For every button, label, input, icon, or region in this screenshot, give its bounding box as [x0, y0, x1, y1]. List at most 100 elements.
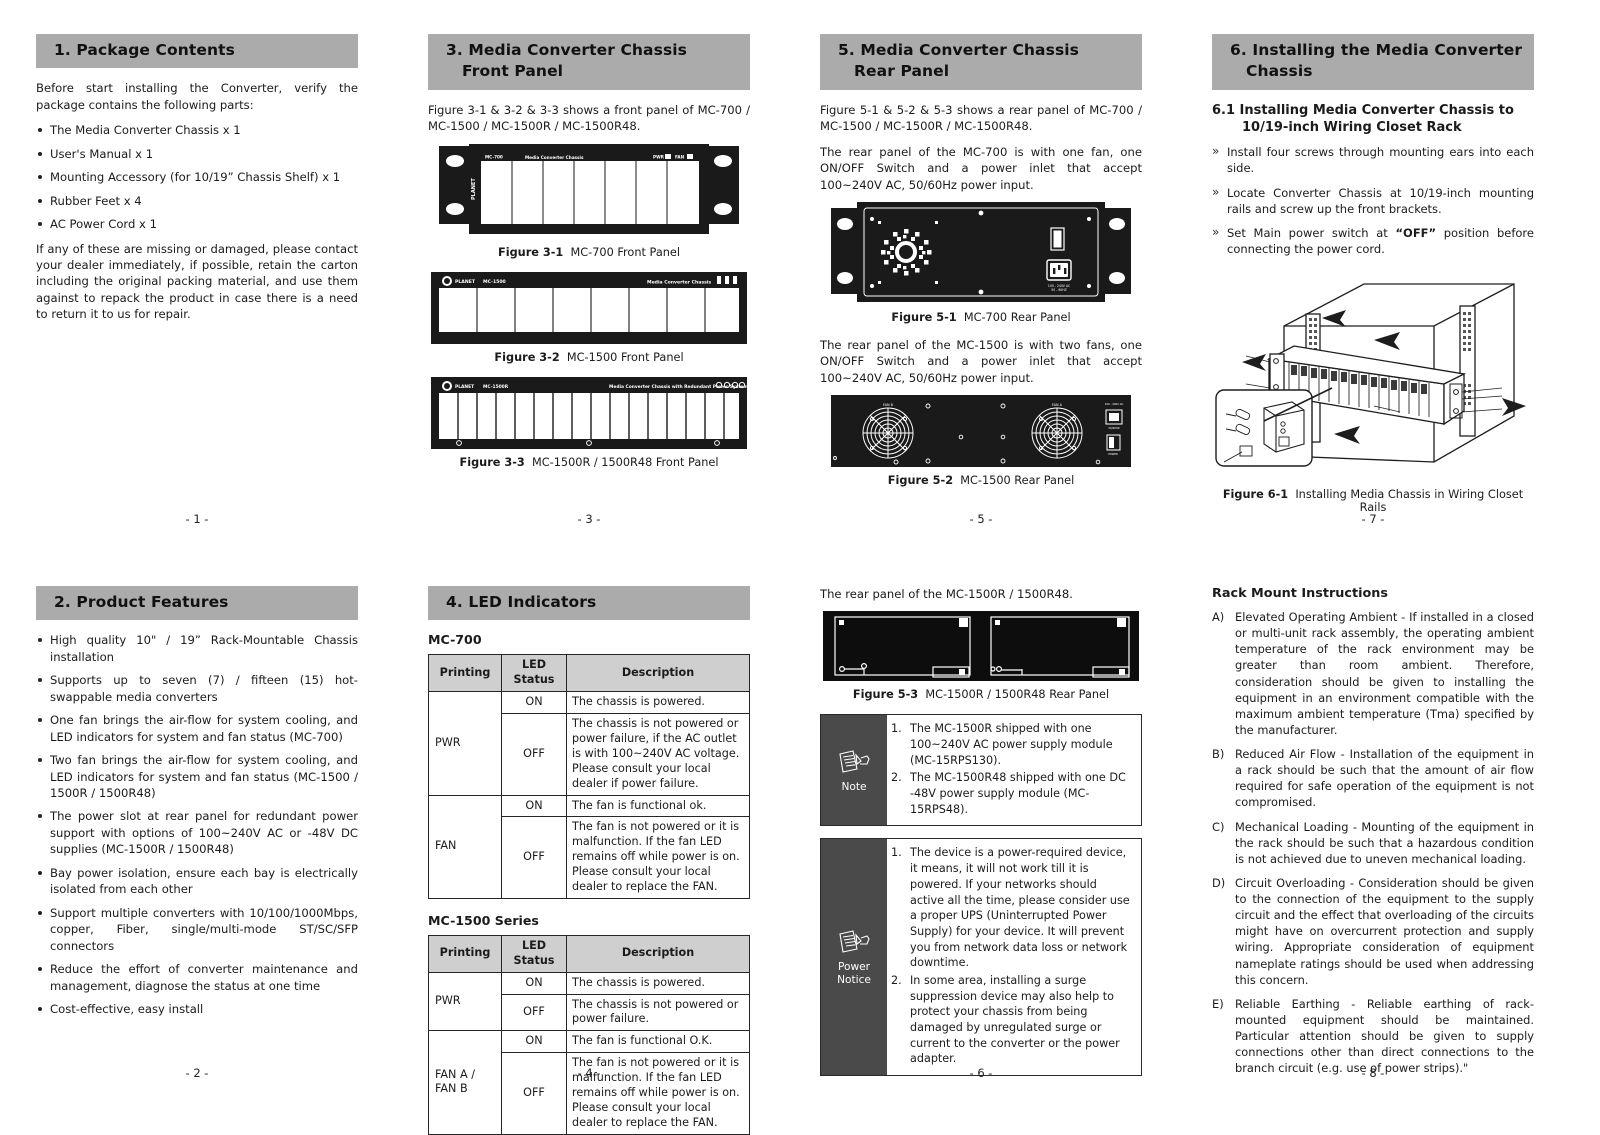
cell-description: The fan is not powered or it is malfunct…	[566, 1052, 750, 1135]
rear-panel-mc1500-text: The rear panel of the MC-1500 is with tw…	[820, 338, 1142, 385]
power-notice-label-line2: Notice	[837, 973, 871, 986]
svg-text:MC-700: MC-700	[485, 154, 503, 159]
list-item: Reduce the effort of converter maintenan…	[36, 961, 358, 994]
rear-panel-mc700-text: The rear panel of the MC-700 is with one…	[820, 144, 1142, 192]
svg-text:PLANET: PLANET	[471, 177, 477, 199]
item-letter: C)	[1212, 819, 1225, 834]
section-3-title-line2: Front Panel	[462, 62, 564, 81]
features-list: High quality 10" / 19” Rack-Mountable Ch…	[36, 632, 358, 1017]
package-items-list: The Media Converter Chassis x 1 User's M…	[36, 122, 358, 232]
col-led-status: LED Status	[501, 654, 567, 693]
figure-6-1-text: Installing Media Chassis in Wiring Close…	[1295, 487, 1524, 514]
rack-mount-list: A) Elevated Operating Ambient - If instal…	[1212, 609, 1534, 1076]
led-table-mc700: Printing LED Status Description PWR ON T…	[428, 654, 750, 899]
package-intro: Before start installing the Converter, v…	[36, 81, 358, 112]
note-list: 1. The MC-1500R shipped with one 100~240V…	[891, 721, 1133, 817]
section-product-features: 2. Product Features High quality 10" / 1…	[36, 586, 358, 1086]
power-notice-box: Power Notice 1. The device is a power-req…	[820, 838, 1142, 1076]
col-led-status-line1: LED	[521, 658, 547, 672]
cell-printing: PWR	[428, 691, 502, 796]
list-item: 1. The MC-1500R shipped with one 100~240V…	[891, 722, 1113, 767]
list-item: 2. The MC-1500R48 shipped with one DC -48…	[891, 771, 1126, 816]
item-text: Reduced Air Flow - Installation of the e…	[1235, 747, 1534, 810]
list-item: AC Power Cord x 1	[36, 216, 358, 232]
item-letter: D)	[1212, 875, 1226, 890]
cell-description: The fan is functional O.K.	[566, 1030, 750, 1054]
figure-3-3-label: Figure 3-3	[459, 455, 525, 469]
list-item: Install four screws through mounting ear…	[1212, 143, 1534, 177]
svg-text:50/60HZ: 50/60HZ	[1108, 426, 1119, 430]
cell-description: The fan is functional ok.	[566, 794, 750, 818]
list-item: 1. The device is a power-required device,…	[891, 846, 1130, 970]
cell-description: The fan is not powered or it is malfunct…	[566, 816, 750, 899]
section-2-header: 2. Product Features	[36, 586, 358, 621]
section-6-title-line2: Chassis	[1246, 62, 1313, 81]
list-item: User's Manual x 1	[36, 146, 358, 162]
power-notice-item-text: The device is a power-required device, i…	[910, 846, 1130, 970]
item-text: Mechanical Loading - Mounting of the equ…	[1235, 819, 1534, 866]
section-5-title-line2: Rear Panel	[854, 62, 950, 81]
svg-text:MC-1500R: MC-1500R	[483, 384, 509, 390]
figure-5-1-text: MC-700 Rear Panel	[963, 311, 1071, 325]
svg-text:PWR: PWR	[653, 154, 665, 159]
svg-text:FAN A: FAN A	[1052, 403, 1063, 407]
led-table-mc1500: Printing LED Status Description PWR ON T…	[428, 934, 750, 1135]
step3-pre: Set Main power switch at	[1227, 226, 1396, 241]
section-rack-mount-instructions: Rack Mount Instructions A) Elevated Opera…	[1212, 586, 1534, 1086]
note-pencil-icon	[839, 930, 870, 953]
section-5-title-line1: 5. Media Converter Chassis	[838, 41, 1080, 59]
list-item: B) Reduced Air Flow - Installation of the…	[1212, 746, 1534, 811]
cell-status: OFF	[501, 1052, 567, 1135]
figure-5-3-image	[820, 611, 1142, 682]
svg-text:FAN B: FAN B	[883, 403, 894, 407]
cell-status: ON	[501, 1030, 567, 1054]
table-mc1500-title: MC-1500 Series	[428, 912, 539, 928]
list-item: D) Circuit Overloading - Consideration sh…	[1212, 875, 1534, 988]
section-rear-panel-1500r: The rear panel of the MC-1500R / 1500R48…	[820, 586, 1142, 1086]
install-steps-list: Install four screws through mounting ear…	[1212, 143, 1534, 258]
note-body: 1. The MC-1500R shipped with one 100~240V…	[887, 715, 1141, 825]
figure-3-1-image: MC-700 Media Converter Chassis PWR FAN P…	[428, 143, 750, 239]
col-description: Description	[566, 934, 750, 973]
figure-3-2-text: MC-1500 Front Panel	[566, 350, 684, 364]
svg-text:POWER: POWER	[1108, 452, 1118, 456]
table-header-row: Printing LED Status Description	[428, 654, 750, 693]
figure-3-3-image: PLANET MC-1500R Media Converter Chassis …	[428, 376, 750, 449]
item-text: Reliable Earthing - Reliable earthing of…	[1235, 996, 1534, 1076]
section-led-indicators: 4. LED Indicators MC-700 Printing LED St…	[428, 586, 750, 1135]
section-3-title-line1: 3. Media Converter Chassis	[446, 41, 688, 59]
cell-status: OFF	[501, 993, 567, 1032]
power-notice-label-line1: Power	[837, 960, 871, 973]
list-item: One fan brings the air-flow for system c…	[36, 712, 358, 745]
list-item: C) Mechanical Loading - Mounting of the e…	[1212, 819, 1534, 867]
svg-text:PLANET: PLANET	[455, 279, 476, 285]
figure-6-1-label: Figure 6-1	[1222, 487, 1289, 501]
section-6-header: 6. Installing the Media Converter Chassi…	[1212, 34, 1534, 90]
list-item: High quality 10" / 19” Rack-Mountable Ch…	[36, 632, 358, 665]
figure-5-3-label: Figure 5-3	[852, 688, 919, 702]
list-item: Cost-effective, easy install	[36, 1001, 358, 1017]
figure-3-3-caption: Figure 3-3 MC-1500R / 1500R48 Front Pane…	[428, 456, 750, 469]
page-number: - 6 -	[969, 1066, 993, 1080]
table-mc700-title: MC-700	[428, 632, 482, 648]
list-item: Set Main power switch at “OFF” position …	[1212, 224, 1534, 258]
item-letter: B)	[1212, 747, 1225, 761]
col-printing: Printing	[428, 654, 502, 693]
section-1-header: 1. Package Contents	[36, 34, 358, 69]
cell-status: OFF	[501, 713, 567, 796]
note-item-text: The MC-1500R48 shipped with one DC -48V …	[910, 771, 1126, 816]
page-number: - 7 -	[1361, 512, 1385, 526]
page-number: - 1 -	[185, 512, 209, 526]
section-installing: 6. Installing the Media Converter Chassi…	[1212, 34, 1534, 534]
item-letter: A)	[1212, 610, 1225, 624]
list-item: Supports up to seven (7) / fifteen (15) …	[36, 672, 358, 705]
subsection-6-1-title: 6.1 Installing Media Converter Chassis t…	[1212, 102, 1534, 137]
section-package-contents: 1. Package Contents Before start install…	[36, 34, 358, 534]
rear-panel-intro: Figure 5-1 & 5-2 & 5-3 shows a rear pane…	[820, 102, 1142, 134]
figure-3-2-image: PLANET MC-1500 Media Converter Chassis	[428, 271, 750, 344]
cell-status: ON	[501, 794, 567, 818]
table-row: FAN A / FAN B ON The fan is functional O…	[428, 1030, 750, 1135]
figure-3-1-label: Figure 3-1	[498, 245, 564, 259]
power-notice-list: 1. The device is a power-required device,…	[891, 845, 1133, 1066]
figure-3-1-text: MC-700 Front Panel	[570, 245, 680, 259]
